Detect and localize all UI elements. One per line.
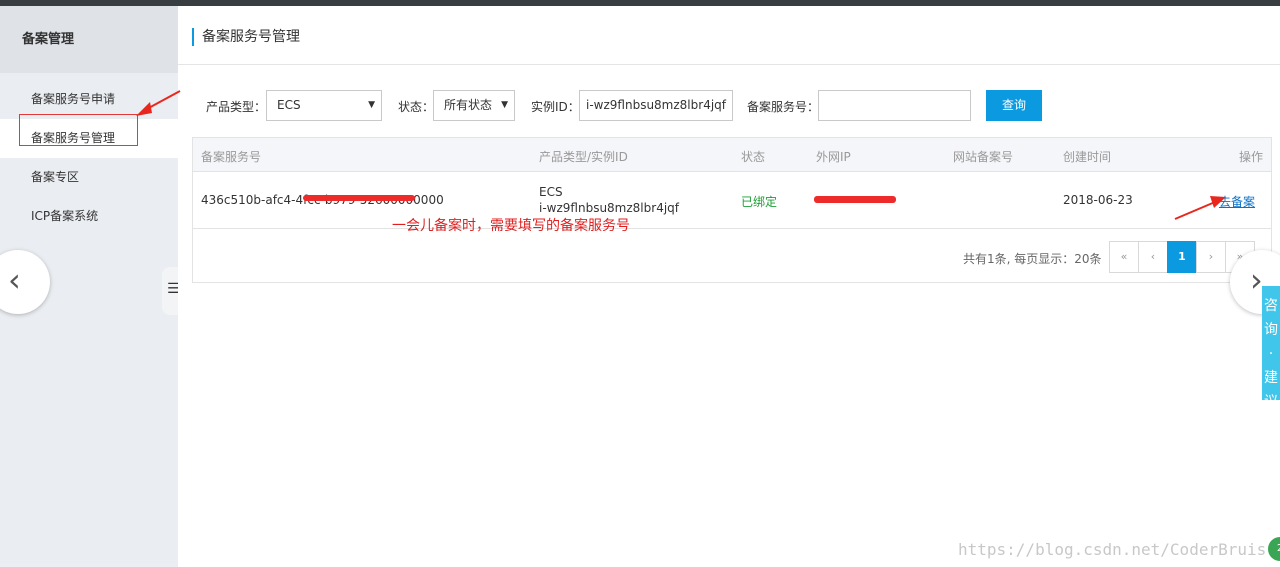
instance-id-value: i-wz9flnbsu8mz8lbr4jqf [586,98,727,112]
table-header: 备案服务号 产品类型/实例ID 状态 外网IP 网站备案号 创建时间 操作 [193,138,1271,172]
sidebar-item-manage[interactable]: 备案服务号管理 [0,119,178,158]
page-title-row: 备案服务号管理 [192,28,300,46]
consult-char: 咨 [1264,298,1278,314]
redaction-mark [303,195,415,201]
service-no-label: 备案服务号： [747,100,820,114]
consult-char: · [1268,346,1274,362]
header-public-ip: 外网IP [816,150,851,164]
service-no-input[interactable] [818,90,971,121]
sidebar-title: 备案管理 [0,6,178,73]
header-status: 状态 [741,150,766,164]
sidebar-collapse-handle[interactable]: ☰ [162,267,180,315]
main-content: 备案服务号管理 产品类型： ECS ▼ 状态： 所有状态 ▼ 实例ID： i-w… [178,6,1280,567]
title-divider [178,64,1280,65]
sidebar-item-zone[interactable]: 备案专区 [0,158,178,197]
pagination-info: 共有1条, 每页显示：20条 [963,252,1102,266]
consult-char: 议 [1264,394,1278,410]
header-site-record: 网站备案号 [953,150,1014,164]
product-type-cell: ECS [539,185,563,199]
annotation-text: 一会儿备案时，需要填写的备案服务号 [392,218,630,234]
header-product: 产品类型/实例ID [539,150,628,164]
caret-down-icon: ▼ [501,100,508,110]
created-cell: 2018-06-23 [1063,193,1133,207]
page-title: 备案服务号管理 [202,29,300,45]
watermark: https://blog.csdn.net/CoderBruis [958,540,1267,559]
next-page-button[interactable]: › [1196,241,1226,273]
status-value: 所有状态 [444,98,493,112]
consult-char: 询 [1264,322,1278,338]
prev-page-button[interactable]: ‹ [1138,241,1168,273]
table-row: 436c510b-afc4-4fcc-b979-52600000000 ECS … [193,172,1271,229]
service-table: 备案服务号 产品类型/实例ID 状态 外网IP 网站备案号 创建时间 操作 43… [192,137,1272,283]
status-select[interactable]: 所有状态 ▼ [433,90,515,121]
product-type-select[interactable]: ECS ▼ [266,90,382,121]
status-label: 状态： [398,100,435,114]
header-action: 操作 [1239,150,1264,164]
chevron-right-icon: › [1250,261,1263,299]
product-type-label: 产品类型： [206,100,267,114]
consult-suggest-tab[interactable]: 咨 询 · 建 议 [1262,286,1280,410]
header-created: 创建时间 [1063,150,1112,164]
status-cell: 已绑定 [741,195,778,209]
first-page-button[interactable]: « [1109,241,1139,273]
page-1-button[interactable]: 1 [1167,241,1197,273]
product-type-value: ECS [277,98,301,112]
redaction-mark [814,196,896,203]
query-button[interactable]: 查询 [986,90,1042,121]
sidebar-item-icp[interactable]: ICP备案系统 [0,197,178,236]
sidebar-item-apply[interactable]: 备案服务号申请 [0,80,178,119]
go-record-link[interactable]: 去备案 [1219,193,1255,210]
consult-char: 建 [1264,370,1278,386]
chevron-left-icon: ‹ [8,261,21,299]
instance-id-input[interactable]: i-wz9flnbsu8mz8lbr4jqf [579,90,733,121]
instance-id-cell: i-wz9flnbsu8mz8lbr4jqf [539,201,680,215]
instance-id-label: 实例ID： [531,100,580,114]
caret-down-icon: ▼ [368,100,375,110]
header-service-no: 备案服务号 [201,150,262,164]
